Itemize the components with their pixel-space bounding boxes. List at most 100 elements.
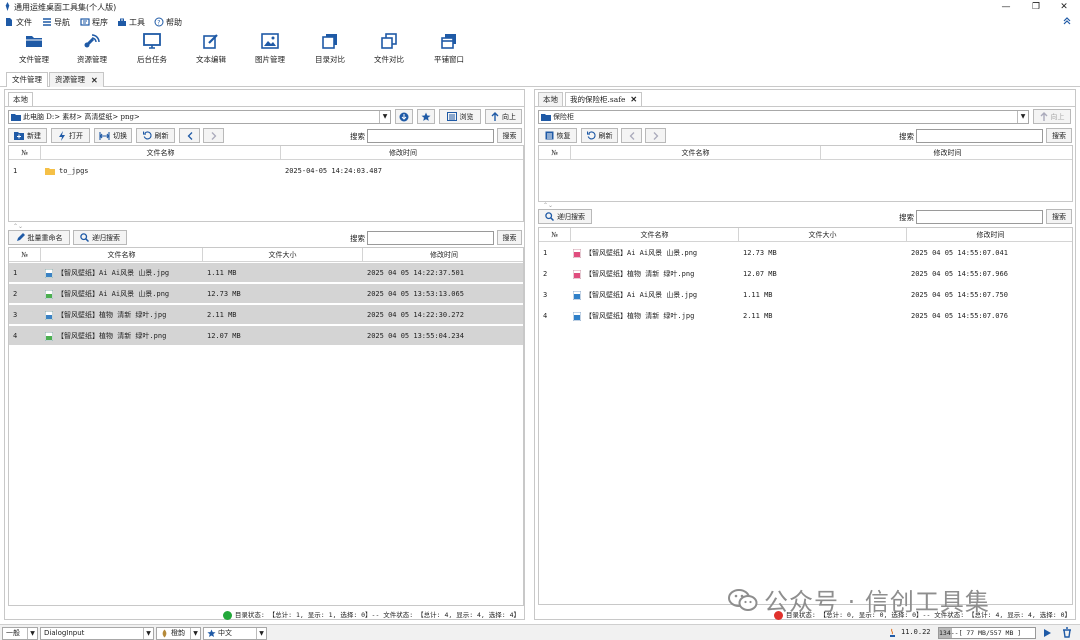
ribbon-file-compare-button[interactable]: 文件对比 [360, 33, 418, 71]
file-search-input[interactable] [916, 210, 1043, 224]
dir-search-button[interactable]: 搜索 [497, 128, 522, 143]
close-tab-icon[interactable]: ✕ [630, 93, 637, 106]
column-header-modified[interactable]: 修改时间 [821, 146, 1072, 160]
column-header-modified[interactable]: 修改时间 [907, 228, 1072, 242]
table-row[interactable]: 2 【智风壁纸】Ai Ai风景 山景.png 12.73 MB 2025 04 … [9, 284, 523, 304]
file-search-button[interactable]: 搜索 [497, 230, 522, 245]
collapse-ribbon-icon[interactable] [1062, 16, 1072, 26]
table-row[interactable]: 3 【智风壁纸】植物 清新 绿叶.jpg 2.11 MB 2025 04 05 … [9, 305, 523, 325]
log-level-select[interactable]: 一般 ▼ [2, 627, 38, 640]
column-header-size[interactable]: 文件大小 [739, 228, 907, 242]
menu-tools[interactable]: 工具 [117, 16, 145, 28]
file-search-input[interactable] [367, 231, 494, 245]
column-header-size[interactable]: 文件大小 [203, 248, 363, 262]
splitter-handle[interactable]: ⌃⌄ [543, 203, 553, 209]
table-row[interactable]: 3 【智风壁纸】Ai Ai风景 山景.jpg 1.11 MB 2025 04 0… [539, 285, 1072, 305]
column-header-modified[interactable]: 修改时间 [281, 146, 523, 160]
browse-button[interactable]: 浏览 [439, 109, 481, 124]
refresh-button[interactable]: 刷新 [136, 128, 175, 143]
trash-icon[interactable] [1062, 627, 1072, 638]
table-row[interactable]: 1 to_jpgs 2025-04-05 14:24:03.487 [9, 161, 523, 181]
new-button[interactable]: 新建 [8, 128, 47, 143]
left-panel: 本地 此电脑 D:> 素材> 高清壁纸> png> ▼ 浏览 向上 新建 打开 … [4, 89, 525, 620]
download-circle-icon [399, 112, 409, 121]
memory-bar[interactable]: 134--[ 77 MB/557 MB ] [938, 627, 1036, 639]
download-button[interactable] [395, 109, 413, 124]
play-icon[interactable] [1042, 628, 1052, 638]
refresh-button[interactable]: 刷新 [581, 128, 618, 143]
tab-safe-vault[interactable]: 我的保险柜.safe ✕ [565, 92, 643, 106]
table-row[interactable]: 4 【智风壁纸】植物 清新 绿叶.png 12.07 MB 2025 04 05… [9, 326, 523, 346]
file-name: 【智风壁纸】Ai Ai风景 山景.jpg [585, 291, 698, 299]
table-row[interactable]: 1 【智风壁纸】Ai Ai风景 山景.jpg 1.11 MB 2025 04 0… [9, 263, 523, 283]
file-search-button[interactable]: 搜索 [1046, 209, 1072, 224]
menu-lines-icon [43, 18, 51, 26]
theme-select[interactable]: 橙韵 ▼ [156, 627, 201, 640]
column-header-name[interactable]: 文件名称 [571, 228, 739, 242]
switch-button[interactable]: 切换 [94, 128, 132, 143]
favorite-button[interactable] [417, 109, 435, 124]
column-header-number[interactable]: № [539, 228, 571, 242]
ribbon-tile-windows-button[interactable]: 平铺窗口 [420, 33, 478, 71]
up-button[interactable]: 向上 [1033, 109, 1071, 124]
list-icon [545, 131, 553, 140]
dir-search-input[interactable] [367, 129, 494, 143]
chevron-down-icon: ▼ [190, 628, 200, 639]
table-row[interactable]: 4 【智风壁纸】植物 清新 绿叶.jpg 2.11 MB 2025 04 05 … [539, 306, 1072, 326]
table-row[interactable]: 1 【智风壁纸】Ai Ai风景 山景.png 12.73 MB 2025 04 … [539, 243, 1072, 263]
splitter-handle[interactable]: ⌃⌄ [13, 224, 23, 230]
recursive-search-button[interactable]: 递归搜索 [538, 209, 592, 224]
table-row[interactable]: 2 【智风壁纸】植物 清新 绿叶.png 12.07 MB 2025 04 05… [539, 264, 1072, 284]
close-window-button[interactable]: ✕ [1058, 2, 1070, 12]
ribbon-file-manager-button[interactable]: 文件管理 [5, 33, 63, 71]
font-select[interactable]: DialogInput ▼ [40, 627, 154, 640]
column-header-modified[interactable]: 修改时间 [363, 248, 523, 262]
menu-program[interactable]: 程序 [80, 16, 108, 28]
tab-resource-manager[interactable]: 资源管理 ✕ [49, 72, 104, 87]
search-button-label: 搜索 [1052, 212, 1066, 221]
chevron-down-icon[interactable]: ▼ [379, 111, 390, 123]
star-icon [207, 629, 216, 638]
folder-icon [541, 114, 551, 121]
open-button[interactable]: 打开 [51, 128, 90, 143]
back-button[interactable] [179, 128, 200, 143]
column-header-number[interactable]: № [9, 146, 41, 160]
recover-button[interactable]: 恢复 [538, 128, 577, 143]
column-header-name[interactable]: 文件名称 [41, 248, 203, 262]
batch-rename-button[interactable]: 批量重命名 [8, 230, 70, 245]
row-number: 3 [543, 291, 548, 299]
row-number: 1 [543, 249, 548, 257]
log-level-value: 一般 [6, 629, 20, 637]
recursive-search-button[interactable]: 递归搜索 [73, 230, 127, 245]
column-header-number[interactable]: № [539, 146, 571, 160]
modified-time: 2025 04 05 14:55:07.076 [911, 312, 1008, 320]
column-header-number[interactable]: № [9, 248, 41, 262]
ribbon-directory-compare-button[interactable]: 目录对比 [301, 33, 359, 71]
windows-icon [441, 34, 456, 49]
column-header-name[interactable]: 文件名称 [571, 146, 821, 160]
maximize-button[interactable]: ❐ [1030, 2, 1042, 12]
forward-button[interactable] [645, 128, 666, 143]
language-select[interactable]: 中文 ▼ [203, 627, 267, 640]
ribbon-resource-manager-button[interactable]: 资源管理 [63, 33, 121, 71]
ribbon-text-editor-button[interactable]: 文本编辑 [182, 33, 240, 71]
close-tab-icon[interactable]: ✕ [91, 73, 98, 87]
path-combobox[interactable]: 保险柜 ▼ [538, 110, 1029, 124]
menu-navigation[interactable]: 导航 [42, 16, 70, 28]
ribbon-image-manager-button[interactable]: 图片管理 [241, 33, 299, 71]
forward-button[interactable] [203, 128, 224, 143]
minimize-button[interactable]: — [1000, 2, 1012, 12]
tab-local[interactable]: 本地 [8, 92, 33, 106]
path-combobox[interactable]: 此电脑 D:> 素材> 高清壁纸> png> ▼ [8, 110, 391, 124]
chevron-down-icon[interactable]: ▼ [1017, 111, 1028, 123]
ribbon-background-tasks-button[interactable]: 后台任务 [123, 33, 181, 71]
column-header-name[interactable]: 文件名称 [41, 146, 281, 160]
menu-file[interactable]: 文件 [4, 16, 32, 28]
menu-help[interactable]: ? 帮助 [154, 16, 182, 28]
dir-search-button[interactable]: 搜索 [1046, 128, 1072, 143]
back-button[interactable] [621, 128, 642, 143]
dir-search-input[interactable] [916, 129, 1043, 143]
tab-local[interactable]: 本地 [538, 92, 563, 106]
tab-file-manager[interactable]: 文件管理 [6, 72, 48, 87]
up-button[interactable]: 向上 [485, 109, 522, 124]
